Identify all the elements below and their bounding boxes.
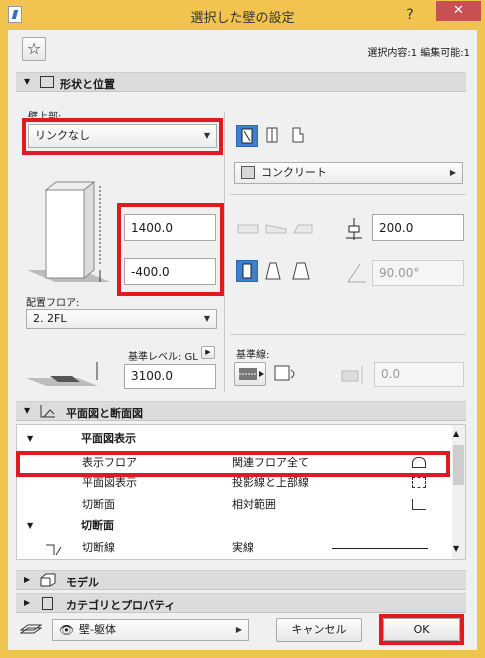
plan-section-header[interactable]: ▼ 平面図と断面図 xyxy=(16,401,466,421)
wall-preview-graphic xyxy=(27,180,110,282)
display-floor-icon xyxy=(412,457,426,468)
panel-divider xyxy=(224,112,225,392)
tree-row-cut-line[interactable]: 切断線 実線 xyxy=(20,538,446,558)
shape-section-icon xyxy=(40,76,54,88)
row-name: 表示フロア xyxy=(82,456,137,469)
model-section-icon xyxy=(40,573,56,587)
expand-triangle-icon: ▶ xyxy=(24,598,31,607)
layer-value: 壁-躯体 xyxy=(79,623,116,636)
wall-slanted-icon[interactable] xyxy=(262,260,284,282)
chevron-down-icon: ▼ xyxy=(203,314,210,323)
floor-value: 2. 2FL xyxy=(33,312,67,325)
material-value: コンクリート xyxy=(261,166,327,179)
tree-group-label: 切断面 xyxy=(81,519,114,532)
chevron-down-icon: ▼ xyxy=(203,131,210,140)
row-value: 投影線と上部線 xyxy=(232,476,309,489)
layer-icon xyxy=(19,622,43,636)
thickness-field[interactable]: 200.0 xyxy=(372,214,464,241)
right-divider-1 xyxy=(230,194,466,195)
ref-line-label: 基準線: xyxy=(236,350,270,361)
row-name: 切断面 xyxy=(82,498,115,511)
tree-row-plan-display[interactable]: 平面図表示 投影線と上部線 xyxy=(20,473,446,493)
row-name: 平面図表示 xyxy=(82,476,137,489)
ref-line-offset-icon xyxy=(340,364,368,386)
wall-structure-composite-icon[interactable] xyxy=(262,125,284,147)
shape-section-title: 形状と位置 xyxy=(60,78,115,91)
category-section-header[interactable]: ▶ カテゴリとプロパティ xyxy=(16,593,466,613)
row-value: 実線 xyxy=(232,541,254,554)
favorites-star-icon[interactable]: ☆ xyxy=(22,37,46,61)
chevron-right-icon: ▶ xyxy=(235,625,242,634)
selection-info: 選択内容:1 編集可能:1 xyxy=(367,48,470,59)
wall-structure-basic-icon[interactable] xyxy=(236,125,258,147)
layer-select[interactable]: 👁 壁-躯体 ▶ xyxy=(52,619,249,641)
wall-structure-profile-icon[interactable] xyxy=(288,125,310,147)
line-type-preview xyxy=(332,548,428,549)
wall-straight-icon[interactable] xyxy=(236,260,258,282)
right-divider-2 xyxy=(230,334,466,335)
plan-section-title: 平面図と断面図 xyxy=(66,407,143,420)
expand-triangle-icon: ▼ xyxy=(27,434,34,443)
scroll-up-icon[interactable]: ▲ xyxy=(453,429,459,438)
angle-field: 90.00° xyxy=(372,260,464,286)
ref-level-field[interactable]: 3100.0 xyxy=(124,364,216,389)
expand-triangle-icon: ▼ xyxy=(27,521,34,530)
shape-section-header[interactable]: ▼ 形状と位置 xyxy=(16,72,466,92)
model-section-title: モデル xyxy=(66,576,99,589)
ok-button[interactable]: OK xyxy=(383,618,460,641)
material-select[interactable]: コンクリート ▶ xyxy=(234,162,463,184)
category-section-title: カテゴリとプロパティ xyxy=(66,599,176,612)
collapse-triangle-icon: ▼ xyxy=(24,77,31,86)
row-value: 相対範囲 xyxy=(232,498,276,511)
ref-level-graphic xyxy=(26,362,98,386)
angle-icon xyxy=(346,262,368,284)
ref-level-label: 基準レベル: GL xyxy=(128,352,198,363)
window-frame-right xyxy=(477,30,485,658)
floor-label: 配置フロア: xyxy=(26,298,80,309)
category-section-icon xyxy=(42,597,53,610)
help-button[interactable]: ? xyxy=(398,4,422,26)
window-frame-bottom xyxy=(0,650,485,658)
close-button[interactable]: ✕ xyxy=(436,1,481,21)
model-section-header[interactable]: ▶ モデル xyxy=(16,570,466,590)
title-bar: 選択した壁の設定 ? ✕ xyxy=(0,0,485,30)
bottom-offset-field[interactable]: -400.0 xyxy=(124,258,216,285)
scroll-thumb[interactable] xyxy=(453,445,464,485)
plan-section-icon xyxy=(40,405,56,418)
cut-plane-icon xyxy=(412,499,426,510)
tree-group-cut[interactable]: ▼ 切断面 xyxy=(17,516,451,536)
surface-icons-disabled xyxy=(237,224,313,234)
wall-height-field[interactable]: 1400.0 xyxy=(124,214,216,241)
tree-group-plan-display[interactable]: ▼ 平面図表示 xyxy=(17,429,451,449)
tree-group-label: 平面図表示 xyxy=(81,432,136,445)
chevron-right-icon: ▶ xyxy=(449,168,456,177)
top-link-select[interactable]: リンクなし ▼ xyxy=(28,124,217,148)
wall-double-slanted-icon[interactable] xyxy=(290,260,312,282)
tree-row-display-floor[interactable]: 表示フロア 関連フロア全て xyxy=(20,453,446,473)
ref-line-offset-field: 0.0 xyxy=(374,362,464,387)
ref-level-menu-icon[interactable]: ▶ xyxy=(201,346,215,359)
tree-row-cut-plane[interactable]: 切断面 相対範囲 xyxy=(20,495,446,515)
material-swatch-icon xyxy=(241,166,255,179)
cancel-button[interactable]: キャンセル xyxy=(276,618,362,642)
row-name: 切断線 xyxy=(82,541,115,554)
eye-icon: 👁 xyxy=(59,623,75,637)
collapse-triangle-icon: ▼ xyxy=(24,406,31,415)
top-link-value: リンクなし xyxy=(35,129,90,142)
scroll-down-icon[interactable]: ▼ xyxy=(453,544,459,553)
thickness-icon xyxy=(346,218,362,240)
floor-select[interactable]: 2. 2FL ▼ xyxy=(26,309,217,329)
row-value: 関連フロア全て xyxy=(232,456,309,469)
ref-line-position-icon[interactable] xyxy=(234,362,266,386)
window-frame-left xyxy=(0,30,8,658)
cut-line-icon xyxy=(46,542,62,556)
plan-display-icon xyxy=(412,477,426,488)
ref-line-flip-icon[interactable] xyxy=(272,362,300,386)
expand-triangle-icon: ▶ xyxy=(24,575,31,584)
